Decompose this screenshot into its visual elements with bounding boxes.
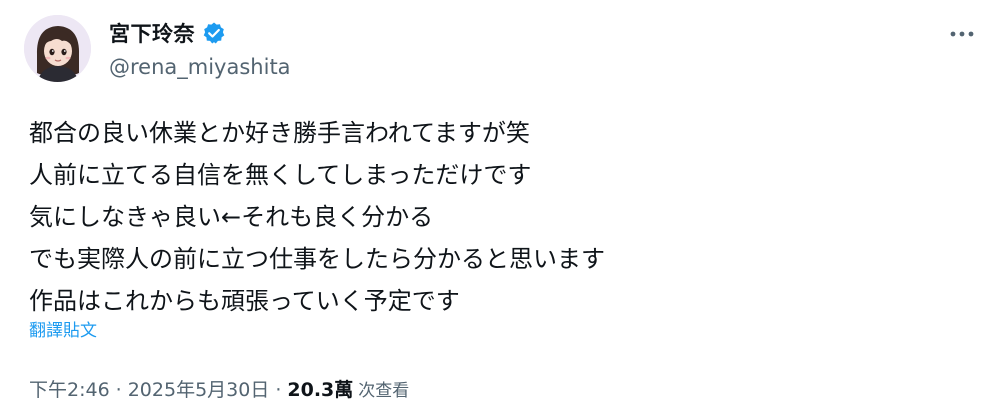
meta-separator: · xyxy=(115,379,122,401)
author-display-name[interactable]: 宮下玲奈 xyxy=(109,18,195,48)
views-label: 次查看 xyxy=(358,381,410,401)
tweet-card: 宮下玲奈 @rena_miyashita 都合の良い休業とか好き勝手言われてます… xyxy=(0,0,1000,409)
author-handle[interactable]: @rena_miyashita xyxy=(109,55,291,79)
verified-badge-icon[interactable] xyxy=(202,21,226,45)
views-count: 20.3萬 xyxy=(287,379,354,401)
tweet-line: 気にしなきゃ良い←それも良く分かる xyxy=(29,203,434,231)
avatar[interactable] xyxy=(24,15,91,82)
meta-separator: · xyxy=(275,379,282,401)
more-horizontal-icon[interactable] xyxy=(944,20,980,48)
author-name-row[interactable]: 宮下玲奈 xyxy=(109,18,226,48)
tweet-date[interactable]: 2025年5月30日 xyxy=(128,375,270,402)
translate-post-link[interactable]: 翻譯貼文 xyxy=(29,316,97,341)
tweet-line: 作品はこれからも頑張っていく予定です xyxy=(29,287,460,315)
tweet-line: 人前に立てる自信を無くしてしまっただけです xyxy=(29,161,532,189)
tweet-line: 都合の良い休業とか好き勝手言われてますが笑 xyxy=(29,119,530,147)
tweet-meta: 下午2:46 · 2025年5月30日 · 20.3萬 次查看 xyxy=(29,375,409,402)
tweet-text: 都合の良い休業とか好き勝手言われてますが笑 人前に立てる自信を無くしてしまっただ… xyxy=(29,112,969,322)
tweet-line: でも実際人の前に立つ仕事をしたら分かると思います xyxy=(29,245,605,273)
tweet-time[interactable]: 下午2:46 xyxy=(29,375,110,402)
